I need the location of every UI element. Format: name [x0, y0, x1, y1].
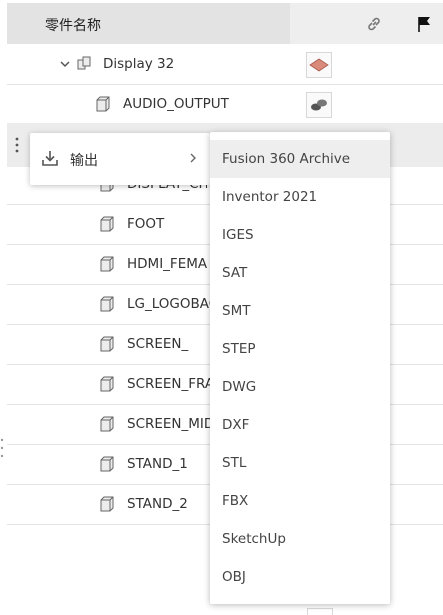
context-menu: 输出 — [30, 133, 210, 185]
export-label: 输出 — [70, 153, 98, 169]
tree-label: STAND_2 — [127, 496, 188, 512]
format-label: SketchUp — [222, 531, 286, 547]
format-label: SAT — [222, 265, 248, 281]
format-sat[interactable]: SAT — [210, 254, 390, 292]
format-fbx[interactable]: FBX — [210, 482, 390, 520]
component-box-icon — [100, 496, 114, 512]
more-options-icon[interactable] — [14, 136, 20, 154]
format-label: FBX — [222, 493, 249, 509]
format-label: Fusion 360 Archive — [222, 151, 351, 167]
export-format-submenu: Fusion 360 Archive Inventor 2021 IGES SA… — [210, 132, 390, 604]
tree-label: STAND_1 — [127, 456, 188, 472]
tree-row[interactable]: AUDIO_OUTPUT — [7, 84, 443, 125]
part-name-header-label: 零件名称 — [45, 18, 101, 34]
component-box-icon — [100, 336, 114, 352]
table-header: 零件名称 — [7, 3, 443, 44]
panel-resize-handle[interactable] — [0, 437, 4, 459]
tree-label: SCREEN_FRA — [127, 376, 211, 392]
format-label: OBJ — [222, 569, 246, 585]
audio-thumbnail-icon — [311, 99, 327, 111]
download-icon — [42, 151, 58, 166]
part-name-column-header[interactable]: 零件名称 — [7, 3, 290, 44]
format-label: IGES — [222, 227, 254, 243]
format-label: DWG — [222, 379, 257, 395]
flag-icon[interactable] — [416, 15, 432, 33]
component-box-icon — [96, 96, 110, 112]
link-icon[interactable] — [365, 15, 383, 33]
export-menu-item[interactable]: 输出 — [30, 133, 210, 185]
chevron-right-icon — [190, 153, 196, 163]
format-dwg[interactable]: DWG — [210, 368, 390, 406]
format-fusion-360-archive[interactable]: Fusion 360 Archive — [210, 140, 390, 178]
tree-label: SCREEN_MID — [127, 416, 211, 432]
format-label: STEP — [222, 341, 256, 357]
component-box-icon — [100, 216, 114, 232]
tree-label: AUDIO_OUTPUT — [123, 96, 229, 112]
part-thumbnail — [306, 52, 332, 78]
display-thumbnail-icon — [309, 58, 329, 72]
format-label: SMT — [222, 303, 251, 319]
tree-label: FOOT — [127, 216, 165, 232]
component-box-icon — [100, 256, 114, 272]
format-inventor-2021[interactable]: Inventor 2021 — [210, 178, 390, 216]
component-box-icon — [100, 416, 114, 432]
part-thumbnail — [306, 92, 332, 118]
component-box-icon — [100, 376, 114, 392]
format-label: STL — [222, 455, 247, 471]
format-label: DXF — [222, 417, 250, 433]
format-obj[interactable]: OBJ — [210, 558, 390, 596]
tree-label: Display 32 — [103, 56, 175, 72]
tree-label: HDMI_FEMA — [127, 256, 208, 272]
component-box-icon — [100, 296, 114, 312]
format-iges[interactable]: IGES — [210, 216, 390, 254]
tree-label: SCREEN_ — [127, 336, 189, 352]
format-sketchup[interactable]: SketchUp — [210, 520, 390, 558]
chevron-down-icon[interactable] — [58, 57, 72, 71]
format-smt[interactable]: SMT — [210, 292, 390, 330]
format-label: Inventor 2021 — [222, 189, 318, 205]
format-dxf[interactable]: DXF — [210, 406, 390, 444]
component-box-icon — [100, 456, 114, 472]
tree-row-display-32[interactable]: Display 32 — [7, 44, 443, 85]
tree-label: LG_LOGOBAC — [127, 296, 211, 312]
format-stl[interactable]: STL — [210, 444, 390, 482]
format-step[interactable]: STEP — [210, 330, 390, 368]
assembly-icon — [77, 56, 91, 70]
